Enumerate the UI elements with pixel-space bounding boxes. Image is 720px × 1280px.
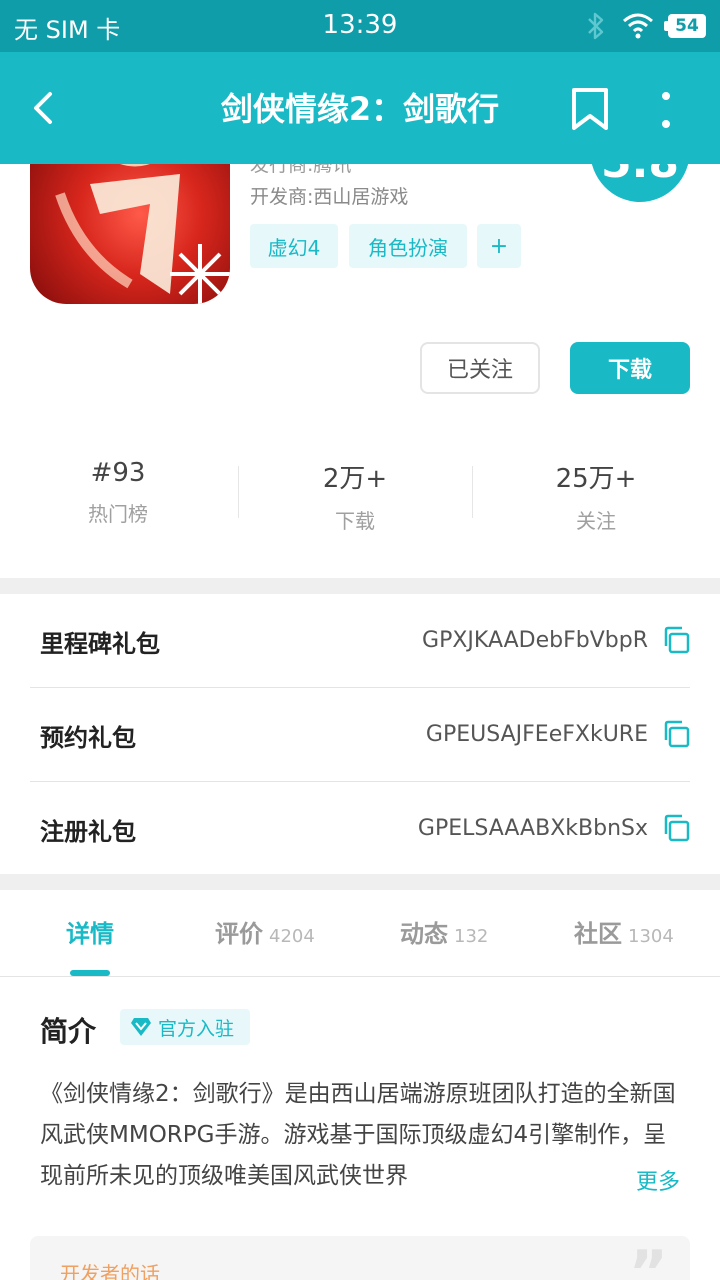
add-tag-button[interactable]: + xyxy=(477,224,521,268)
tab-count: 4204 xyxy=(269,926,315,947)
intro-text: 《剑侠情缘2：剑歌行》是由西山居端游原班团队打造的全新国风武侠MMORPG手游。… xyxy=(40,1081,676,1189)
stat-label: 下载 xyxy=(335,509,375,533)
tab-community[interactable]: 社区 1304 xyxy=(574,914,674,954)
divider xyxy=(0,976,720,977)
stat-value: 25万+ xyxy=(555,464,637,494)
official-badge: 官方入驻 xyxy=(120,1009,250,1045)
wifi-icon xyxy=(623,13,653,39)
section-divider xyxy=(0,578,720,594)
stat-followers: 25万+ 关注 xyxy=(496,458,696,534)
gift-name: 预约礼包 xyxy=(40,724,136,752)
download-button[interactable]: 下载 xyxy=(570,342,690,394)
tab-label: 社区 xyxy=(574,920,622,948)
tab-count: 132 xyxy=(454,926,489,947)
copy-icon[interactable] xyxy=(662,814,690,842)
tag-unreal4[interactable]: 虚幻4 xyxy=(250,224,338,268)
gift-name: 里程碑礼包 xyxy=(40,630,160,658)
status-bar: 无 SIM 卡 13:39 54 xyxy=(0,0,720,52)
gift-name: 注册礼包 xyxy=(40,818,136,846)
app-header: 剑侠情缘2：剑歌行 xyxy=(0,52,720,164)
more-link[interactable]: 更多 xyxy=(605,1164,680,1196)
bluetooth-icon xyxy=(588,12,604,40)
gift-code: GPEUSAJFEeFXkURE xyxy=(425,722,648,747)
divider xyxy=(472,466,473,518)
tab-label: 详情 xyxy=(66,920,114,948)
stat-value: #93 xyxy=(90,458,146,488)
back-arrow-icon[interactable] xyxy=(22,82,70,134)
tab-count: 1304 xyxy=(628,926,674,947)
stat-label: 关注 xyxy=(576,509,616,533)
stat-rank[interactable]: #93 热门榜 xyxy=(18,458,218,527)
gift-code: GPELSAAABXkBbnSx xyxy=(417,816,648,841)
copy-icon[interactable] xyxy=(662,720,690,748)
battery-icon: 54 xyxy=(664,14,706,38)
intro-heading: 简介 xyxy=(40,1015,97,1048)
developer-label: 开发商:西山居游戏 xyxy=(250,186,409,208)
tab-reviews[interactable]: 评价 4204 xyxy=(215,914,315,954)
quote-icon: ” xyxy=(628,1238,668,1280)
stat-value: 2万+ xyxy=(322,464,388,494)
developer-note-title: 开发者的话 xyxy=(60,1262,160,1280)
follow-button[interactable]: 已关注 xyxy=(420,342,540,394)
section-divider xyxy=(0,874,720,890)
tag-rpg[interactable]: 角色扮演 xyxy=(349,224,467,268)
gift-row[interactable]: 注册礼包 GPELSAAABXkBbnSx xyxy=(30,782,690,876)
stat-downloads: 2万+ 下载 xyxy=(255,458,455,534)
more-vertical-icon[interactable] xyxy=(648,88,684,132)
gift-code: GPXJKAADebFbVbpR xyxy=(422,628,648,653)
tab-label: 动态 xyxy=(400,920,448,948)
copy-icon[interactable] xyxy=(662,626,690,654)
tab-details[interactable]: 详情 xyxy=(66,914,114,954)
bookmark-icon[interactable] xyxy=(566,84,614,134)
gift-row[interactable]: 预约礼包 GPEUSAJFEeFXkURE xyxy=(30,688,690,782)
tab-label: 评价 xyxy=(215,920,263,948)
gift-row[interactable]: 里程碑礼包 GPXJKAADebFbVbpR xyxy=(30,594,690,688)
developer-note-card[interactable]: 开发者的话 ” xyxy=(30,1236,690,1280)
official-badge-label: 官方入驻 xyxy=(158,1017,235,1040)
divider xyxy=(238,466,239,518)
stat-label: 热门榜 xyxy=(88,502,148,526)
diamond-icon xyxy=(131,1018,151,1036)
page-title: 剑侠情缘2：剑歌行 xyxy=(220,90,500,128)
tab-updates[interactable]: 动态 132 xyxy=(400,914,488,954)
